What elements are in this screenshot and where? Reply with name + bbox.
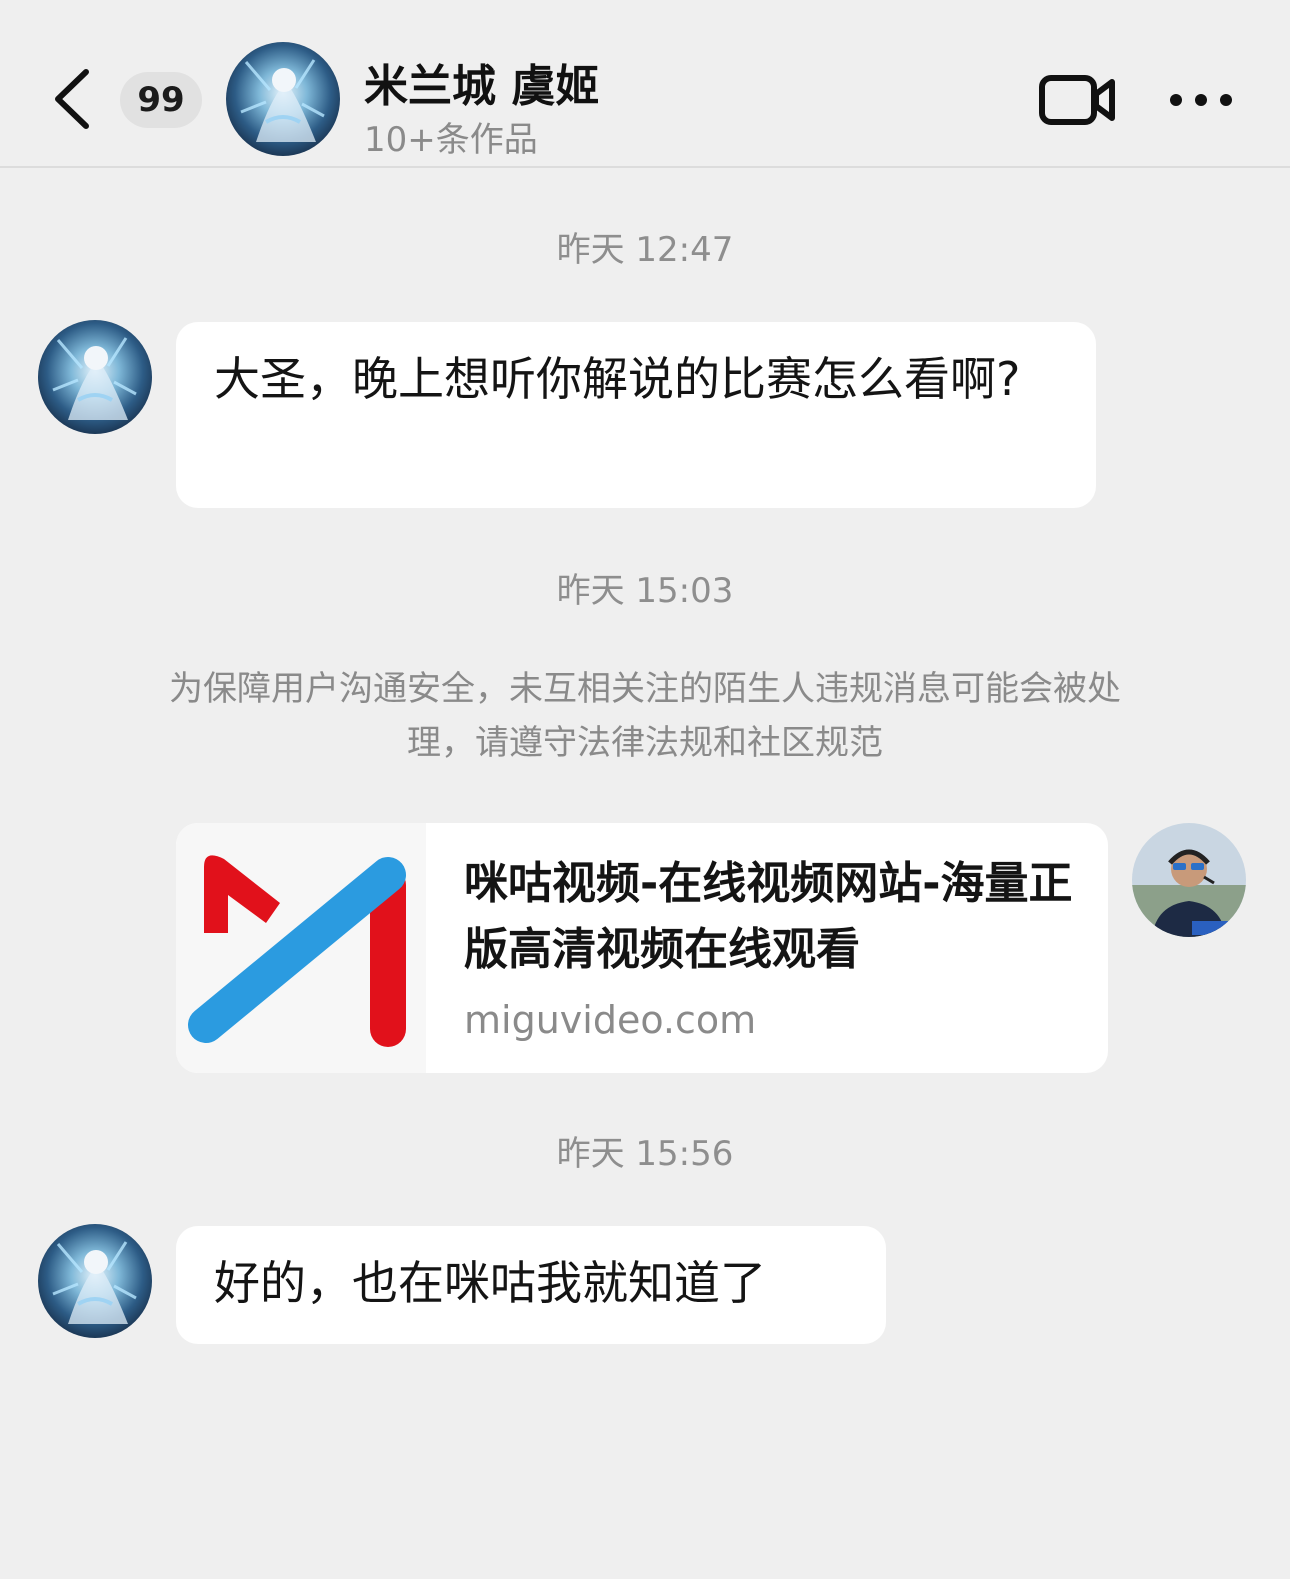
message-timestamp: 昨天 12:47: [556, 230, 734, 270]
chevron-left-icon: [55, 69, 89, 129]
message-timestamp: 昨天 15:56: [556, 1134, 734, 1174]
video-camera-icon: [1039, 75, 1115, 125]
self-avatar[interactable]: [1132, 823, 1246, 937]
back-button[interactable]: [44, 64, 104, 134]
sender-avatar[interactable]: [38, 320, 152, 434]
contact-avatar[interactable]: [226, 42, 340, 156]
message-bubble[interactable]: 大圣，晚上想听你解说的比赛怎么看啊?: [176, 322, 1096, 508]
video-call-button[interactable]: [1038, 70, 1118, 130]
safety-notice: 为保障用户沟通安全，未互相关注的陌生人违规消息可能会被处理，请遵守法律法规和社区…: [169, 669, 1121, 763]
message-bubble[interactable]: 好的，也在咪咕我就知道了: [176, 1226, 886, 1344]
link-title: 咪咕视频-在线视频网站-海量正版高清视频在线观看: [464, 858, 1073, 975]
contact-works-count[interactable]: 10+条作品: [364, 112, 538, 161]
sender-avatar[interactable]: [38, 1224, 152, 1338]
avatar-image: [38, 1224, 152, 1338]
more-horizontal-icon: [1170, 94, 1232, 106]
contact-name[interactable]: 米兰城 虞姬: [364, 50, 599, 114]
message-text: 大圣，晚上想听你解说的比赛怎么看啊?: [214, 352, 1021, 406]
more-options-button[interactable]: [1166, 80, 1236, 120]
message-text: 好的，也在咪咕我就知道了: [214, 1256, 766, 1310]
link-domain: miguvideo.com: [464, 998, 757, 1042]
link-card[interactable]: 咪咕视频-在线视频网站-海量正版高清视频在线观看 miguvideo.com: [176, 823, 1108, 1073]
link-thumbnail: [176, 823, 426, 1073]
message-timestamp: 昨天 15:03: [556, 571, 734, 611]
unread-count-badge: 99: [120, 72, 202, 128]
chat-header: 99 米兰城 虞姬 10+条作品: [0, 0, 1290, 168]
migu-logo-icon: [188, 855, 406, 1047]
avatar-image: [1132, 823, 1246, 937]
avatar-image: [226, 42, 340, 156]
avatar-image: [38, 320, 152, 434]
